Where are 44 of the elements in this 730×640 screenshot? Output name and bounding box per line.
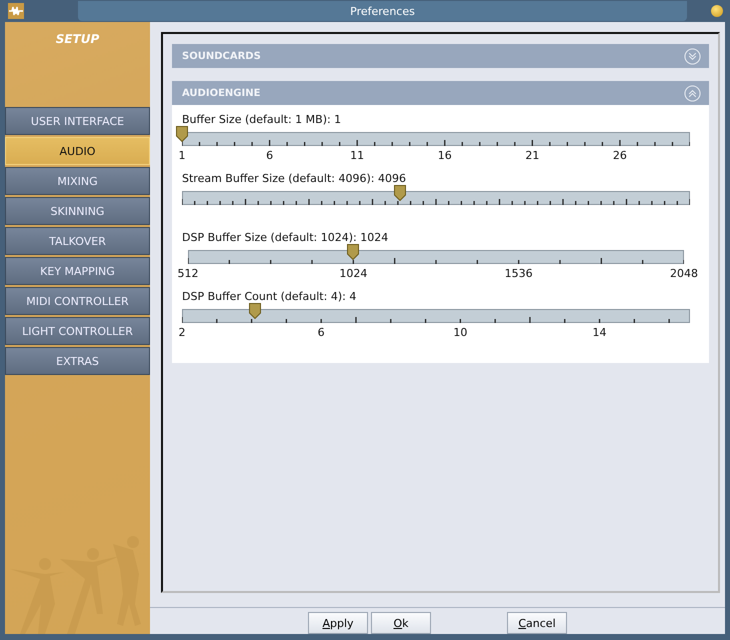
slider-label: Stream Buffer Size (default: 4096): 4096	[182, 172, 407, 185]
sidebar-item[interactable]: KEY MAPPING	[5, 257, 150, 285]
scale-label: 1024	[339, 267, 368, 280]
sidebar-item[interactable]: SKINNING	[5, 197, 150, 225]
scale-label: 6	[266, 149, 274, 162]
sidebar-item[interactable]: MIXING	[5, 167, 150, 195]
sidebar-item[interactable]: TALKOVER	[5, 227, 150, 255]
sidebar-item[interactable]: EXTRAS	[5, 347, 150, 375]
section-header[interactable]: AUDIOENGINE	[172, 81, 709, 105]
slider-label: Buffer Size (default: 1 MB): 1	[182, 113, 342, 126]
section-title: AUDIOENGINE	[182, 88, 260, 98]
window-title: Preferences	[350, 4, 415, 18]
slider-label: DSP Buffer Count (default: 4): 4	[182, 290, 358, 303]
section-header[interactable]: SOUNDCARDS	[172, 44, 709, 68]
scale-label: 6	[318, 326, 325, 339]
dialog-button[interactable]: Cancel	[507, 612, 567, 634]
scale-label: 512	[178, 267, 198, 280]
section-title: SOUNDCARDS	[182, 50, 261, 62]
sidebar-item[interactable]: MIDI CONTROLLER	[5, 287, 150, 315]
collapse-icon[interactable]	[684, 84, 701, 102]
scale-label: 10	[453, 326, 468, 339]
scale-label: 1536	[504, 267, 533, 280]
window-button[interactable]	[711, 5, 723, 17]
scale-label: 2	[178, 326, 186, 339]
sidebar-item[interactable]: AUDIO	[5, 137, 150, 165]
slider-thumb[interactable]	[248, 303, 261, 319]
scale-label: 2048	[670, 267, 698, 280]
slider-thumb[interactable]	[394, 185, 406, 201]
slider-thumb[interactable]	[176, 126, 188, 142]
scale-label: 11	[350, 149, 364, 162]
waveform-icon	[8, 3, 24, 19]
slider-label: DSP Buffer Size (default: 1024): 1024	[182, 231, 390, 244]
sidebar-item[interactable]: LIGHT CONTROLLER	[5, 317, 150, 345]
expand-icon[interactable]	[684, 48, 701, 64]
sidebar-title: SETUP	[56, 32, 100, 46]
scale-label: 21	[525, 149, 540, 162]
slider-thumb[interactable]	[347, 244, 360, 260]
dialog-button[interactable]: Apply	[308, 612, 368, 634]
scale-label: 16	[438, 149, 452, 162]
sidebar-item[interactable]: USER INTERFACE	[5, 107, 150, 135]
scale-label: 26	[612, 149, 627, 162]
dialog-button[interactable]: Ok	[371, 612, 431, 634]
scale-label: 1	[178, 149, 186, 162]
scale-label: 14	[592, 326, 607, 339]
